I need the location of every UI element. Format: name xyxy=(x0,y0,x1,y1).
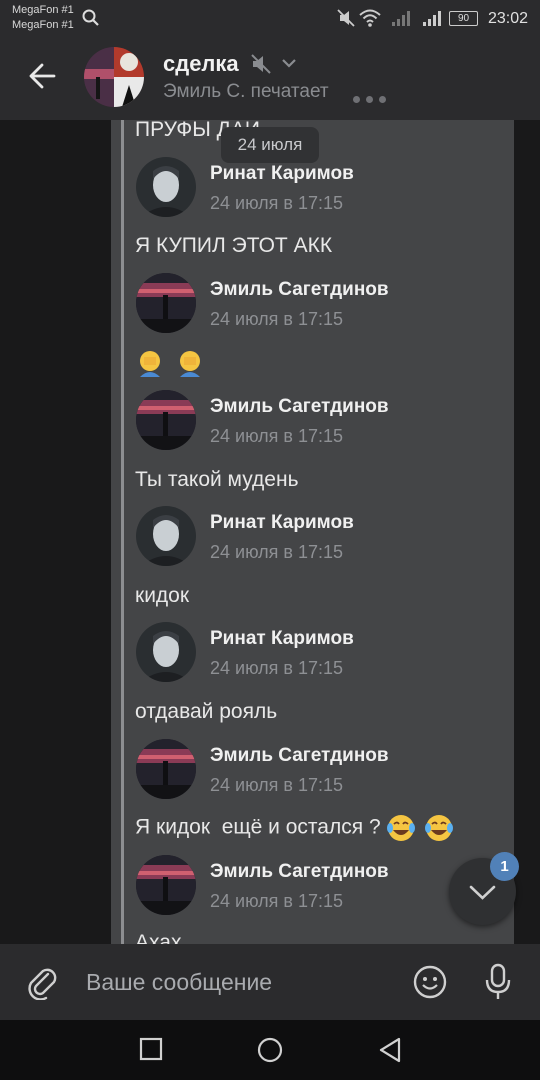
avatar[interactable] xyxy=(136,157,196,217)
face-palm-emoji xyxy=(179,351,200,377)
chat-title[interactable]: сделка xyxy=(163,51,239,77)
message-time: 24 июля в 17:15 xyxy=(210,542,344,562)
avatar[interactable] xyxy=(136,273,196,333)
search-icon xyxy=(82,9,99,26)
message-text: Я кидок ещё и остался ? xyxy=(135,815,381,839)
message-time: 24 июля в 17:15 xyxy=(210,658,344,678)
chat-header: сделка Эмиль С. печатает xyxy=(0,40,540,120)
avatar[interactable] xyxy=(136,622,196,682)
typing-status: Эмиль С. печатает xyxy=(163,81,329,102)
message-time: 24 июля в 17:15 xyxy=(210,309,344,329)
unread-badge: 1 xyxy=(490,852,519,881)
message-text: кидок xyxy=(135,584,190,607)
message-time: 24 июля в 17:15 xyxy=(210,775,344,795)
status-bar: MegaFon #1 MegaFon #1 90 23:02 xyxy=(0,0,540,40)
tears-of-joy-emoji xyxy=(387,815,416,841)
message-emoji-row xyxy=(135,347,205,377)
floating-date: 24 июля xyxy=(221,127,319,163)
system-nav-bar xyxy=(0,1020,540,1080)
message-author[interactable]: Эмиль Сагетдинов xyxy=(210,745,389,767)
typing-dots-icon xyxy=(353,90,392,108)
mute-icon xyxy=(337,9,355,27)
message-author[interactable]: Ринат Каримов xyxy=(210,512,354,534)
message-author[interactable]: Эмиль Сагетдинов xyxy=(210,396,389,418)
avatar[interactable] xyxy=(136,506,196,566)
avatar[interactable] xyxy=(136,739,196,799)
message-author[interactable]: Эмиль Сагетдинов xyxy=(210,861,389,883)
message-text-row: Я кидок ещё и остался ? xyxy=(135,813,454,843)
message-text: отдавай рояль xyxy=(135,700,278,723)
message-time: 24 июля в 17:15 xyxy=(210,891,344,911)
message-text: Ты такой мудень xyxy=(135,468,299,491)
recents-square-icon[interactable] xyxy=(139,1037,163,1061)
message-time: 24 июля в 17:15 xyxy=(210,426,344,446)
wifi-icon xyxy=(359,9,381,27)
carrier-2-label: MegaFon #1 xyxy=(12,19,74,31)
signal-icon xyxy=(392,11,410,26)
chat-avatar[interactable] xyxy=(84,47,144,107)
mute-icon xyxy=(251,54,271,74)
message-input[interactable]: Ваше сообщение xyxy=(86,969,272,996)
attach-icon[interactable] xyxy=(24,964,60,1000)
chat-avatar-image xyxy=(84,47,144,107)
message-text: Ахах xyxy=(135,931,182,944)
message-author[interactable]: Ринат Каримов xyxy=(210,163,354,185)
battery-icon: 90 xyxy=(449,11,478,26)
back-triangle-icon[interactable] xyxy=(378,1037,402,1063)
home-circle-icon[interactable] xyxy=(257,1037,283,1063)
message-list[interactable]: ПРУФЫ ДАЙ Ринат Каримов 24 июля в 17:15 … xyxy=(0,120,540,944)
tears-of-joy-emoji xyxy=(425,815,454,841)
signal-icon xyxy=(423,11,441,26)
mic-icon[interactable] xyxy=(484,963,512,1001)
emoji-icon[interactable] xyxy=(412,964,448,1000)
message-composer: Ваше сообщение xyxy=(0,944,540,1020)
chevron-down-icon[interactable] xyxy=(281,58,297,68)
forwarded-bar xyxy=(121,120,124,944)
message-author[interactable]: Эмиль Сагетдинов xyxy=(210,279,389,301)
avatar[interactable] xyxy=(136,855,196,915)
clock: 23:02 xyxy=(487,10,528,27)
message-time: 24 июля в 17:15 xyxy=(210,193,344,213)
back-arrow-icon[interactable] xyxy=(28,62,56,90)
battery-level: 90 xyxy=(457,13,470,24)
message-author[interactable]: Ринат Каримов xyxy=(210,628,354,650)
avatar[interactable] xyxy=(136,390,196,450)
carrier-1-label: MegaFon #1 xyxy=(12,4,74,16)
face-palm-emoji xyxy=(140,351,160,377)
message-text: Я КУПИЛ ЭТОТ АКК xyxy=(135,234,333,257)
